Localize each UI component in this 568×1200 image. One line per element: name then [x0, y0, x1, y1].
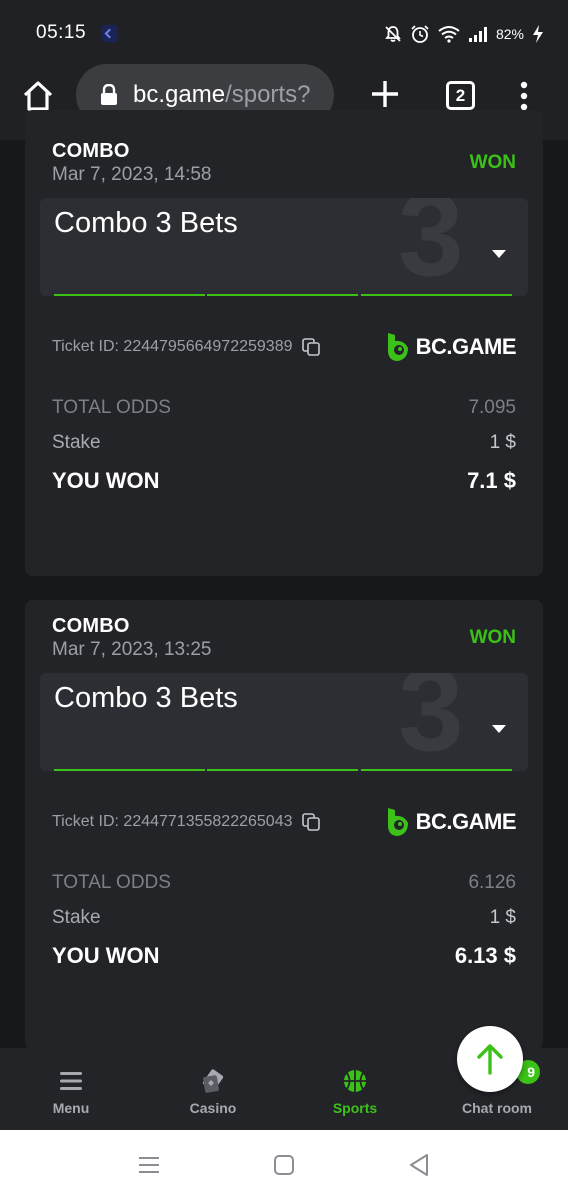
- won-row: YOU WON 7.1 $: [52, 468, 516, 494]
- nav-item-casino[interactable]: Casino: [142, 1048, 284, 1130]
- charging-icon: [533, 25, 543, 43]
- nav-label-chat-room: Chat room: [462, 1100, 532, 1116]
- won-label: YOU WON: [52, 943, 160, 968]
- combo-dropdown[interactable]: 3 Combo 3 Bets: [40, 198, 528, 296]
- more-vert-icon[interactable]: [512, 78, 536, 114]
- bet-card: COMBO Mar 7, 2023, 13:25 WON 3 Combo 3 B…: [25, 600, 543, 1050]
- leg-progress-1: [54, 294, 205, 296]
- bet-type: COMBO: [52, 140, 130, 162]
- ticket-id-row: Ticket ID: 2244771355822265043: [52, 813, 321, 831]
- tab-switcher-button[interactable]: 2: [446, 81, 475, 110]
- ticket-id-row: Ticket ID: 2244795664972259389: [52, 338, 321, 356]
- app-notification-icon: [101, 25, 118, 42]
- combo-title: Combo 3 Bets: [54, 682, 238, 714]
- recent-apps-icon[interactable]: [137, 1153, 161, 1177]
- chevron-down-icon[interactable]: [492, 250, 506, 258]
- bet-type: COMBO: [52, 615, 130, 637]
- home-icon[interactable]: [20, 78, 56, 114]
- total-odds-label: TOTAL ODDS: [52, 397, 171, 418]
- ticket-id: Ticket ID: 2244771355822265043: [52, 813, 293, 830]
- stake-value: 1 $: [489, 432, 516, 453]
- url-path: /sports?: [225, 81, 311, 108]
- status-icons: 82%: [384, 22, 544, 46]
- combo-count-watermark: 3: [398, 673, 464, 771]
- back-icon[interactable]: [407, 1153, 431, 1177]
- won-row: YOU WON 6.13 $: [52, 943, 516, 969]
- system-nav-bar: [0, 1130, 568, 1200]
- nav-label-casino: Casino: [189, 1100, 237, 1116]
- lock-icon: [101, 84, 117, 105]
- battery-percent: 82%: [495, 26, 524, 42]
- total-odds-value: 7.095: [468, 397, 516, 418]
- won-value: 6.13 $: [454, 943, 516, 968]
- ticket-id: Ticket ID: 2244795664972259389: [52, 338, 293, 355]
- total-odds-value: 6.126: [468, 872, 516, 893]
- scroll-to-top-button[interactable]: [457, 1026, 523, 1092]
- status-bar: 05:15 82%: [0, 0, 568, 64]
- leg-progress-1: [54, 769, 205, 771]
- wifi-icon: [438, 26, 460, 43]
- casino-icon: [202, 1069, 224, 1093]
- bc-game-logo: BC.GAME: [386, 332, 517, 362]
- leg-progress-2: [207, 294, 358, 296]
- copy-icon[interactable]: [302, 813, 321, 831]
- total-odds-row: TOTAL ODDS 6.126: [52, 872, 516, 894]
- url-host: bc.game: [133, 81, 226, 108]
- total-odds-row: TOTAL ODDS 7.095: [52, 397, 516, 419]
- nav-label-sports: Sports: [332, 1100, 378, 1116]
- total-odds-label: TOTAL ODDS: [52, 872, 171, 893]
- status-badge: WON: [469, 627, 516, 648]
- bet-date: Mar 7, 2023, 13:25: [52, 639, 212, 660]
- bet-card: COMBO Mar 7, 2023, 14:58 WON 3 Combo 3 B…: [25, 110, 543, 576]
- bc-game-logo: BC.GAME: [386, 807, 517, 837]
- bet-date: Mar 7, 2023, 14:58: [52, 164, 212, 185]
- status-time: 05:15: [36, 22, 87, 43]
- nav-item-menu[interactable]: Menu: [0, 1048, 142, 1130]
- home-square-icon[interactable]: [272, 1153, 296, 1177]
- chevron-down-icon[interactable]: [492, 725, 506, 733]
- plus-icon[interactable]: [369, 78, 401, 110]
- combo-dropdown[interactable]: 3 Combo 3 Bets: [40, 673, 528, 771]
- bc-game-logo-text: BC.GAME: [415, 334, 517, 359]
- stake-value: 1 $: [489, 907, 516, 928]
- alarm-icon: [411, 25, 429, 43]
- leg-progress-3: [361, 294, 512, 296]
- nav-item-sports[interactable]: Sports: [284, 1048, 426, 1130]
- won-value: 7.1 $: [467, 468, 516, 493]
- sports-ball-icon: [344, 1070, 366, 1092]
- nav-label-menu: Menu: [52, 1100, 90, 1116]
- leg-progress-3: [361, 769, 512, 771]
- combo-count-watermark: 3: [398, 198, 464, 296]
- won-label: YOU WON: [52, 468, 160, 493]
- stake-label: Stake: [52, 432, 101, 453]
- status-badge: WON: [469, 152, 516, 173]
- bell-off-icon: [385, 26, 401, 42]
- combo-title: Combo 3 Bets: [54, 207, 238, 239]
- bc-game-logo-text: BC.GAME: [415, 809, 517, 834]
- leg-progress-2: [207, 769, 358, 771]
- copy-icon[interactable]: [302, 338, 321, 356]
- bc-game-logo-icon: [387, 333, 408, 361]
- bc-game-logo-icon: [387, 808, 408, 836]
- stake-label: Stake: [52, 907, 101, 928]
- menu-icon: [60, 1072, 82, 1090]
- signal-icon: [468, 27, 487, 42]
- stake-row: Stake 1 $: [52, 432, 516, 454]
- url-text: bc.game/sports?: [133, 81, 328, 109]
- stake-row: Stake 1 $: [52, 907, 516, 929]
- arrow-up-icon: [477, 1044, 503, 1075]
